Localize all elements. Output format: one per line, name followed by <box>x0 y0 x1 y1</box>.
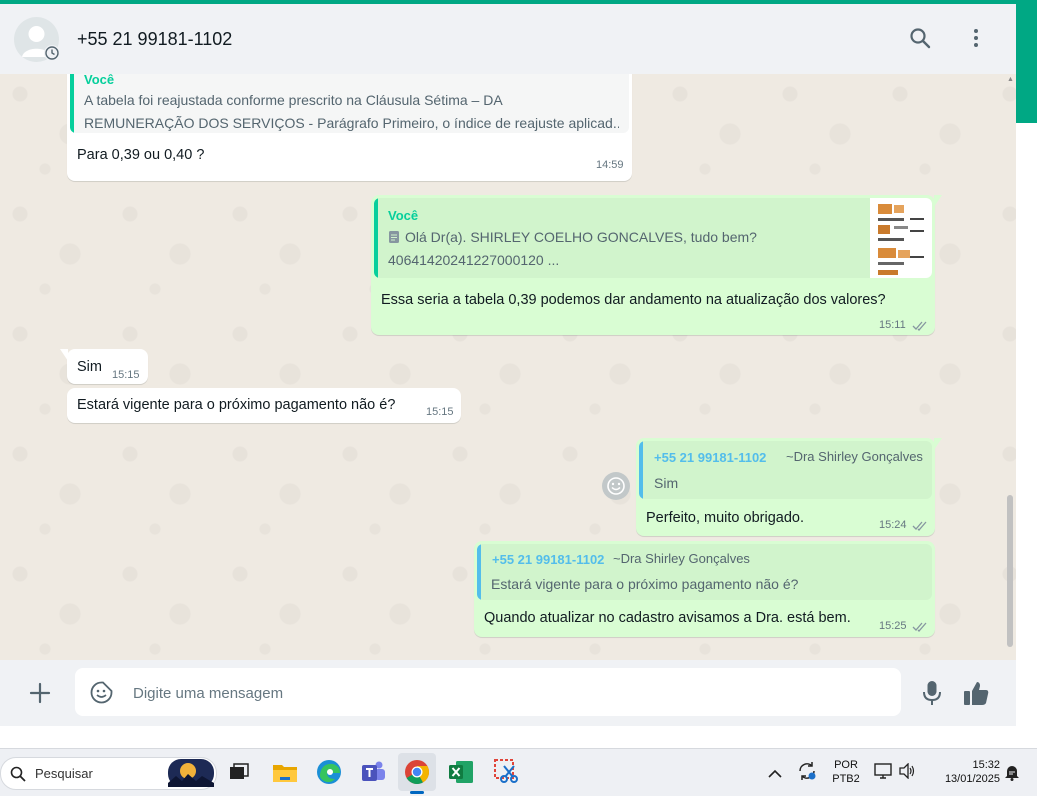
snipping-tool-icon[interactable] <box>492 757 522 787</box>
message-text: Perfeito, muito obrigado. <box>646 510 804 526</box>
taskbar-search-box[interactable]: Pesquisar <box>0 757 217 790</box>
message-bubble-outgoing[interactable]: +55 21 99181-1102 ~Dra Shirley Gonçalves… <box>636 438 942 536</box>
document-thumbnail[interactable] <box>870 198 932 278</box>
quoted-message[interactable]: +55 21 99181-1102 ~Dra Shirley Gonçalves… <box>477 544 932 600</box>
message-bubble-incoming[interactable]: Sim 15:15 <box>60 349 148 384</box>
message-time: 15:24 <box>879 519 907 531</box>
clock-time: 15:32 <box>972 759 1000 771</box>
message-bubble-outgoing[interactable]: +55 21 99181-1102 ~Dra Shirley Gonçalves… <box>474 541 935 637</box>
message-time: 15:25 <box>879 620 907 632</box>
quote-text-line: A tabela foi reajustada conforme prescri… <box>84 92 503 108</box>
search-highlight-icon <box>168 759 214 792</box>
document-icon <box>388 230 400 244</box>
message-text: Para 0,39 ou 0,40 ? <box>77 147 205 163</box>
message-bubble-incoming[interactable]: Estará vigente para o próximo pagamento … <box>67 388 461 423</box>
plus-icon[interactable] <box>28 681 52 710</box>
quoted-message[interactable]: Você Olá Dr(a). SHIRLEY COELHO GONCALVES… <box>374 198 932 278</box>
message-text: Essa seria a tabela 0,39 podemos dar and… <box>381 292 886 308</box>
smiley-icon <box>607 477 625 495</box>
task-view-icon[interactable] <box>224 757 254 787</box>
excel-icon[interactable] <box>446 757 476 787</box>
quote-author: Você <box>84 74 115 87</box>
background-pane <box>1016 123 1037 748</box>
quote-author: +55 21 99181-1102 <box>492 552 605 567</box>
search-icon[interactable] <box>908 26 932 55</box>
keyboard-layout: PTB2 <box>832 773 860 785</box>
teams-icon[interactable] <box>358 757 388 787</box>
quote-accent-bar <box>374 198 378 278</box>
thumbs-up-icon[interactable] <box>962 679 990 712</box>
chat-header[interactable]: +55 21 99181-1102 <box>0 4 1016 74</box>
quoted-message[interactable]: Você A tabela foi reajustada conforme pr… <box>70 74 629 133</box>
quote-accent-bar <box>639 441 643 499</box>
notification-bell-icon[interactable] <box>1003 763 1021 786</box>
message-list[interactable]: Você A tabela foi reajustada conforme pr… <box>0 74 1016 660</box>
sync-icon[interactable] <box>797 761 817 786</box>
microphone-icon[interactable] <box>920 679 944 712</box>
input-language[interactable]: POR PTB2 <box>829 758 863 786</box>
composer-bar <box>0 660 1016 726</box>
clock-date: 13/01/2025 <box>944 773 1000 785</box>
sticker-icon[interactable] <box>89 680 114 710</box>
bubble-tail <box>934 438 942 450</box>
chevron-up-icon[interactable] <box>768 766 782 784</box>
status-clock-icon <box>44 45 60 61</box>
read-ticks-icon <box>912 519 928 535</box>
contact-name[interactable]: +55 21 99181-1102 <box>77 29 232 50</box>
windows-taskbar: Pesquisar POR PTB2 15:32 13/01/2025 <box>0 748 1037 796</box>
message-text: Quando atualizar no cadastro avisamos a … <box>484 610 851 626</box>
quote-text-line: Sim <box>654 475 679 491</box>
network-icon[interactable] <box>874 763 892 784</box>
window-bottom-gap <box>0 726 1016 748</box>
scroll-up-arrow-icon[interactable]: ▲ <box>1007 76 1014 83</box>
bubble-tail <box>60 349 68 361</box>
taskbar-search-label: Pesquisar <box>35 766 93 781</box>
message-text: Estará vigente para o próximo pagamento … <box>77 397 396 413</box>
message-composer[interactable] <box>75 668 901 718</box>
react-emoji-button[interactable] <box>602 472 630 500</box>
quote-author: Você <box>388 208 419 223</box>
quote-author: +55 21 99181-1102 <box>654 450 767 465</box>
quote-text-line: Estará vigente para o próximo pagamento … <box>491 576 799 592</box>
message-time: 14:59 <box>596 159 624 171</box>
file-explorer-icon[interactable] <box>270 757 300 787</box>
message-bubble-incoming[interactable]: Você A tabela foi reajustada conforme pr… <box>67 74 632 181</box>
language-code: POR <box>834 759 858 771</box>
message-time: 15:15 <box>426 406 454 418</box>
message-text: Sim <box>77 359 102 375</box>
active-app-indicator <box>410 791 424 794</box>
read-ticks-icon <box>912 620 928 636</box>
message-time: 15:11 <box>879 319 906 331</box>
clock[interactable]: 15:32 13/01/2025 <box>928 758 1000 786</box>
quote-push-name: ~Dra Shirley Gonçalves <box>786 449 923 464</box>
background-accent-strip <box>1016 4 1037 123</box>
message-bubble-outgoing[interactable]: Você Olá Dr(a). SHIRLEY COELHO GONCALVES… <box>371 195 942 335</box>
quoted-message[interactable]: +55 21 99181-1102 ~Dra Shirley Gonçalves… <box>639 441 932 499</box>
chat-scrollbar[interactable]: ▲ <box>1006 74 1014 660</box>
search-icon <box>10 766 26 787</box>
menu-kebab-icon[interactable] <box>964 26 988 55</box>
quote-text-line: Olá Dr(a). SHIRLEY COELHO GONCALVES, tud… <box>405 229 757 245</box>
message-input[interactable] <box>131 668 875 718</box>
quote-accent-bar <box>477 544 481 600</box>
quote-text-line: 40641420241227000120 ... <box>388 252 560 268</box>
chrome-icon[interactable] <box>402 757 432 787</box>
scrollbar-thumb[interactable] <box>1007 495 1013 647</box>
edge-browser-icon[interactable] <box>314 757 344 787</box>
volume-icon[interactable] <box>898 762 916 784</box>
quote-push-name: ~Dra Shirley Gonçalves <box>613 551 750 566</box>
quote-accent-bar <box>70 74 74 133</box>
quote-text-line: REMUNERAÇÃO DOS SERVIÇOS - Parágrafo Pri… <box>84 115 619 131</box>
message-time: 15:15 <box>112 369 140 381</box>
bubble-tail <box>934 195 942 207</box>
read-ticks-icon <box>912 319 928 335</box>
